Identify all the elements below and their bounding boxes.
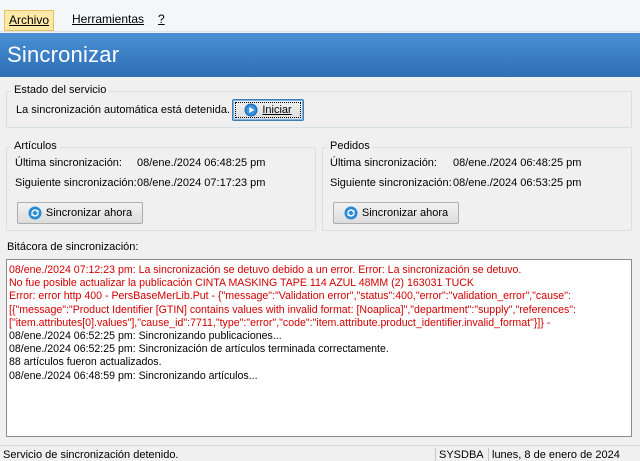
articles-last-value: 08/ene./2024 06:48:25 pm	[137, 157, 266, 169]
orders-title: Pedidos	[327, 140, 373, 152]
service-status-text: La sincronización automática está deteni…	[16, 104, 231, 116]
menu-herramientas[interactable]: Herramientas	[68, 10, 148, 31]
play-icon	[244, 103, 258, 117]
orders-next-value: 08/ene./2024 06:53:25 pm	[453, 177, 582, 189]
start-service-label: Iniciar	[262, 104, 292, 116]
status-message: Servicio de sincronización detenido.	[3, 449, 179, 461]
log-line: No fue posible actualizar la publicación…	[9, 277, 474, 290]
orders-last-value: 08/ene./2024 06:48:25 pm	[453, 157, 582, 169]
articles-sync-label: Sincronizar ahora	[45, 207, 133, 219]
log-line: ["item.attributes[0].values"],"cause_id"…	[9, 316, 551, 329]
log-line: 08/ene./2024 06:52:25 pm: Sincronizando …	[9, 330, 282, 343]
articles-sync-button[interactable]: Sincronizar ahora	[17, 202, 143, 224]
articles-next-value: 08/ene./2024 07:17:23 pm	[137, 177, 266, 189]
sync-log-textarea[interactable]: 08/ene./2024 07:12:23 pm: La sincronizac…	[6, 259, 632, 437]
log-line: 88 artículos fueron actualizados.	[9, 356, 162, 369]
orders-next-label: Siguiente sincronización:	[330, 177, 452, 189]
status-date: lunes, 8 de enero de 2024	[488, 448, 640, 461]
menu-ayuda-label: ?	[158, 12, 165, 26]
start-service-button[interactable]: Iniciar	[232, 99, 304, 121]
menu-bar: Archivo Herramientas ?	[0, 0, 640, 32]
sync-icon	[344, 206, 358, 220]
articles-next-label: Siguiente sincronización:	[15, 177, 137, 189]
menu-ayuda[interactable]: ?	[154, 10, 169, 31]
service-status-group: Estado del servicio La sincronización au…	[6, 84, 632, 128]
log-line: Error: error http 400 - PersBaseMerLib.P…	[9, 290, 571, 303]
orders-last-label: Última sincronización:	[330, 157, 437, 169]
orders-sync-button[interactable]: Sincronizar ahora	[333, 202, 459, 224]
orders-sync-label: Sincronizar ahora	[361, 207, 449, 219]
menu-archivo[interactable]: Archivo	[4, 10, 55, 31]
orders-group: Pedidos Última sincronización: 08/ene./2…	[322, 140, 632, 231]
status-user: SYSDBA	[435, 448, 487, 461]
log-line: 08/ene./2024 06:52:25 pm: Sincronización…	[9, 343, 389, 356]
status-bar: Servicio de sincronización detenido. SYS…	[0, 445, 640, 461]
articles-last-label: Última sincronización:	[15, 157, 122, 169]
log-line: 08/ene./2024 06:48:59 pm: Sincronizando …	[9, 369, 258, 382]
log-line: 08/ene./2024 07:12:23 pm: La sincronizac…	[9, 264, 522, 276]
log-line: [{"message":"Product Identifier [GTIN] c…	[9, 303, 576, 316]
page-header: Sincronizar	[0, 33, 640, 77]
sync-icon	[28, 206, 42, 220]
menu-herramientas-label: Herramientas	[72, 12, 145, 26]
articles-title: Artículos	[11, 140, 60, 152]
page-title: Sincronizar	[7, 42, 120, 67]
articles-group: Artículos Última sincronización: 08/ene.…	[6, 140, 316, 231]
service-status-title: Estado del servicio	[11, 84, 110, 96]
menu-archivo-label: Archivo	[9, 13, 50, 27]
sync-log-label: Bitácora de sincronización:	[7, 241, 139, 253]
